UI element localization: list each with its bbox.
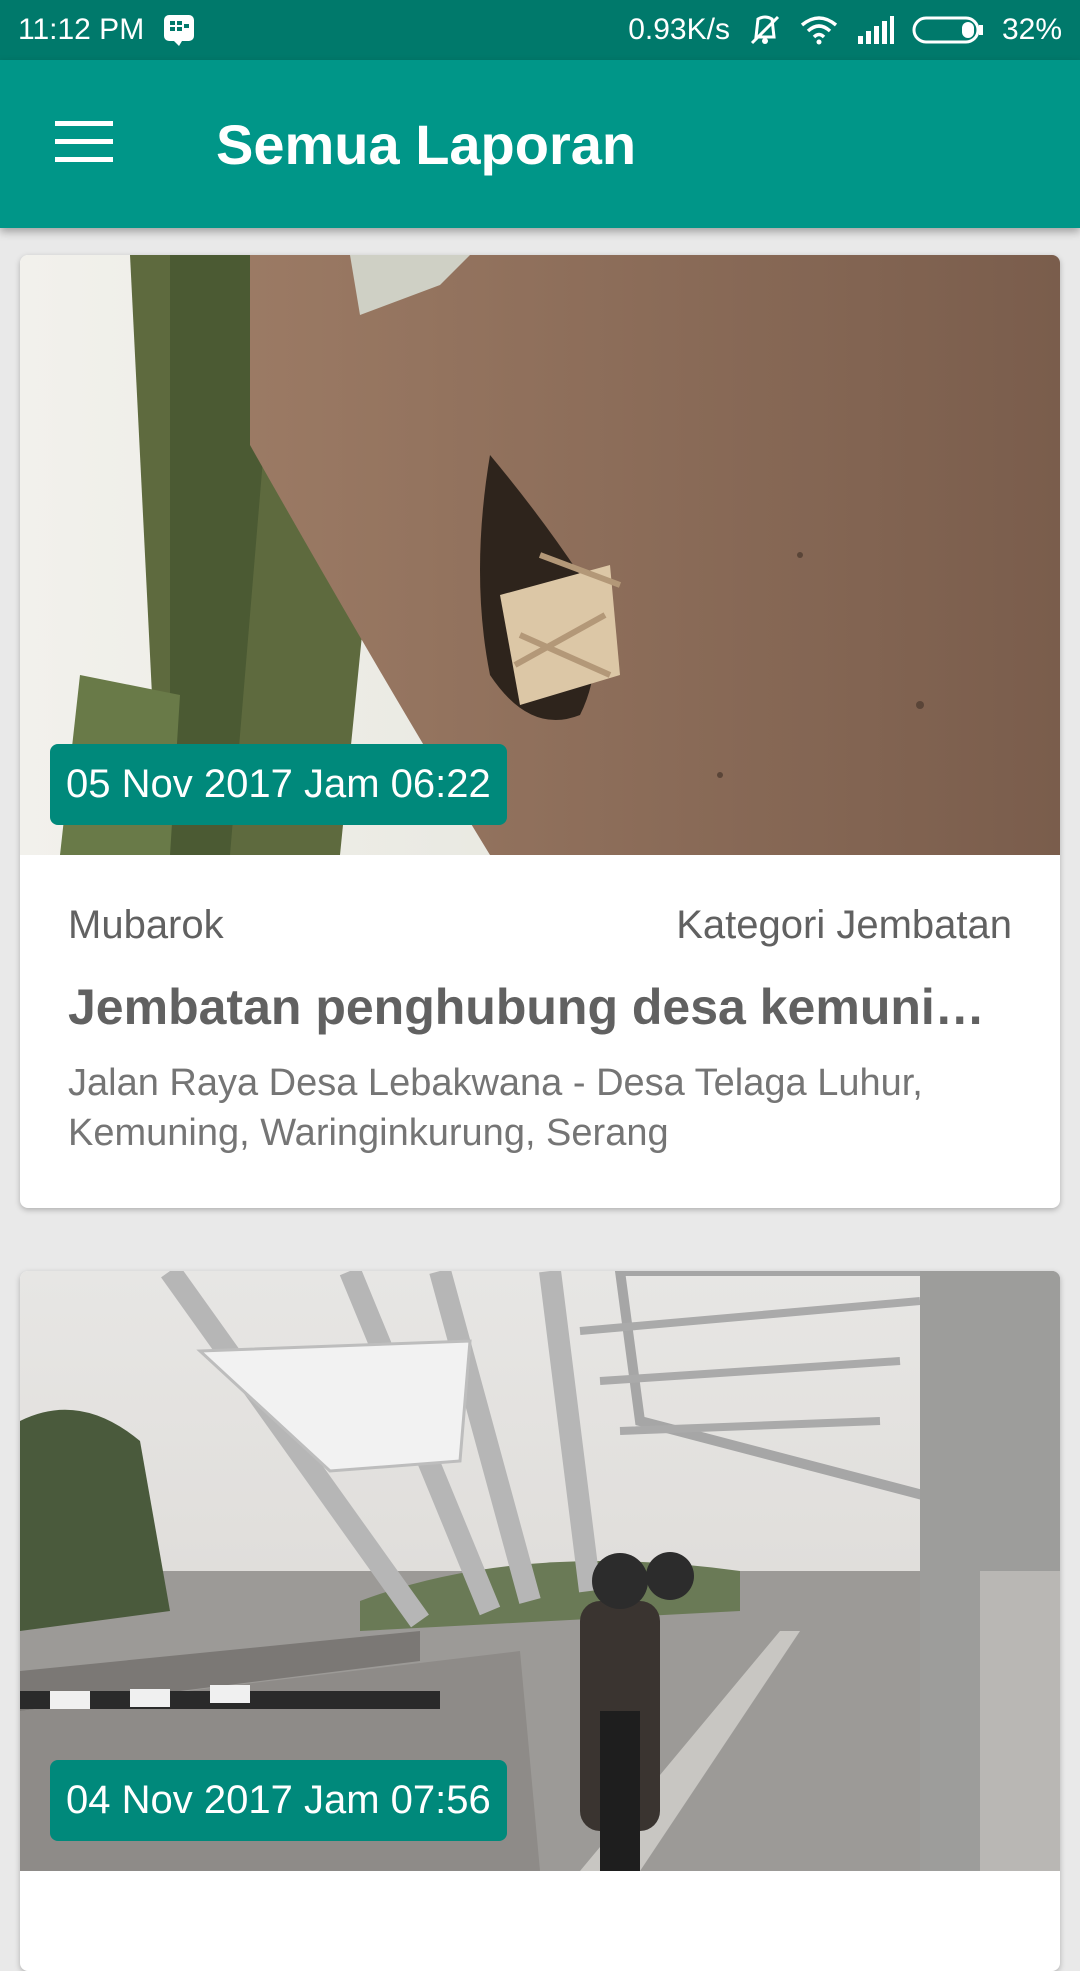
report-title: Jembatan penghubung desa kemuning…	[68, 979, 1012, 1035]
battery-percent: 32%	[1001, 13, 1062, 46]
report-date-badge: 04 Nov 2017 Jam 07:56	[50, 1760, 507, 1841]
report-card[interactable]: 05 Nov 2017 Jam 06:22 Mubarok Kategori J…	[20, 255, 1060, 1208]
hamburger-menu-icon	[55, 120, 113, 168]
report-card[interactable]: 04 Nov 2017 Jam 07:56	[20, 1271, 1060, 1971]
status-bar: 11:12 PM 0.93K/s 32%	[0, 0, 1080, 60]
report-card-body: Mubarok Kategori Jembatan Jembatan pengh…	[20, 855, 1060, 1208]
report-category: Kategori Jembatan	[676, 903, 1012, 947]
report-date-badge: 05 Nov 2017 Jam 06:22	[50, 744, 507, 825]
battery-icon	[912, 15, 984, 45]
report-location: Jalan Raya Desa Lebakwana - Desa Telaga …	[68, 1062, 923, 1154]
menu-button[interactable]	[0, 60, 168, 228]
report-author: Mubarok	[68, 903, 224, 947]
report-meta-row: Mubarok Kategori Jembatan	[68, 903, 1012, 948]
app-bar: Semua Laporan	[0, 60, 1080, 228]
vibrate-off-icon	[748, 13, 782, 47]
signal-icon	[856, 16, 894, 44]
report-photo-container: 04 Nov 2017 Jam 07:56	[20, 1271, 1060, 1871]
wifi-icon	[800, 15, 838, 45]
report-photo-container: 05 Nov 2017 Jam 06:22	[20, 255, 1060, 855]
bbm-notification-icon	[162, 13, 196, 47]
network-speed: 0.93K/s	[628, 13, 730, 46]
status-time: 11:12 PM	[18, 13, 145, 46]
page-title: Semua Laporan	[216, 112, 637, 176]
